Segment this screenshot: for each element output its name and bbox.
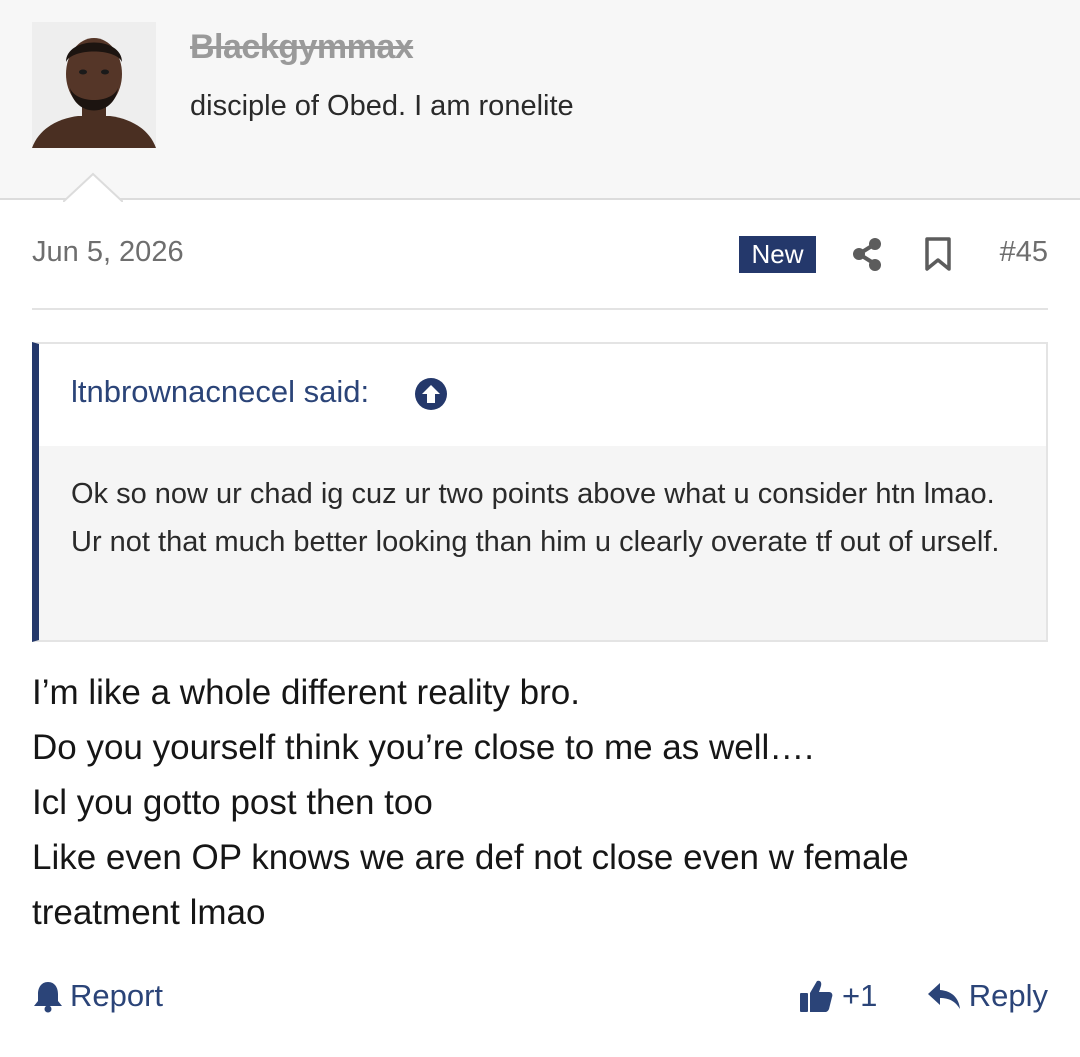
reply-label: Reply (968, 978, 1048, 1013)
report-button[interactable]: Report (32, 978, 163, 1014)
avatar-photo-icon (32, 22, 156, 148)
quote-header: ltnbrownacnecel said: (39, 344, 1046, 446)
message-line: Icl you gotto post then too (32, 783, 433, 822)
bookmark-icon[interactable] (924, 236, 952, 272)
user-title: disciple of Obed. I am ronelite (190, 90, 574, 122)
quote-text: Ok so now ur chad ig cuz ur two points a… (71, 478, 1000, 558)
post-meta-row: Jun 5, 2026 New #45 (32, 230, 1048, 280)
report-label: Report (70, 978, 164, 1013)
jump-to-quote-icon[interactable] (414, 377, 448, 411)
username[interactable]: Blackgymmax (190, 28, 414, 67)
share-icon[interactable] (850, 236, 884, 272)
divider (32, 308, 1048, 310)
thumbs-up-icon (800, 980, 833, 1012)
quote-author-link[interactable]: ltnbrownacnecel said: (71, 374, 369, 410)
quote-block: ltnbrownacnecel said: Ok so now ur chad … (32, 342, 1048, 642)
post-date[interactable]: Jun 5, 2026 (32, 236, 184, 269)
post-number-link[interactable]: #45 (1000, 236, 1048, 269)
message-line: Do you yourself think you’re close to me… (32, 728, 814, 767)
reply-arrow-icon (927, 983, 960, 1009)
like-count: +1 (842, 978, 878, 1013)
new-badge: New (739, 236, 816, 273)
message-line: treatment lmao (32, 893, 266, 932)
message-body: I’m like a whole different reality bro. … (32, 665, 1042, 940)
post-footer: Report +1 Reply (32, 978, 1048, 1028)
avatar[interactable] (32, 22, 156, 148)
bell-icon (34, 982, 62, 1013)
message-line: I’m like a whole different reality bro. (32, 673, 580, 712)
quote-body: Ok so now ur chad ig cuz ur two points a… (39, 446, 1046, 640)
like-button[interactable]: +1 (798, 978, 877, 1014)
user-header: Blackgymmax disciple of Obed. I am ronel… (0, 0, 1080, 202)
reply-button[interactable]: Reply (927, 978, 1048, 1014)
message-line: Like even OP knows we are def not close … (32, 838, 909, 877)
message-arrow-icon (63, 172, 123, 202)
